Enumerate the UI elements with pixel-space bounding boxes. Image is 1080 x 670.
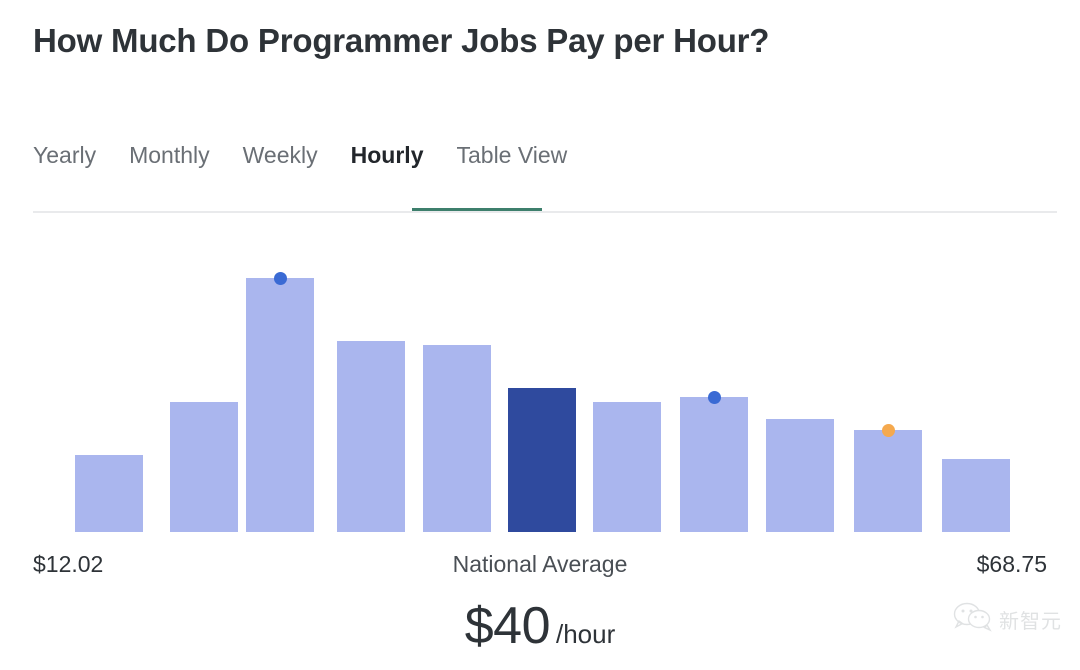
wechat-icon bbox=[953, 602, 993, 637]
tab-monthly[interactable]: Monthly bbox=[129, 140, 210, 170]
salary-chart-page: How Much Do Programmer Jobs Pay per Hour… bbox=[0, 0, 1080, 670]
bar-11[interactable] bbox=[942, 459, 1010, 532]
bar-10[interactable] bbox=[854, 430, 922, 532]
bar-1[interactable] bbox=[75, 455, 143, 532]
bar-4[interactable] bbox=[337, 341, 405, 532]
tab-yearly[interactable]: Yearly bbox=[33, 140, 96, 170]
watermark: 新智元 bbox=[953, 602, 1062, 637]
bar-5[interactable] bbox=[423, 345, 491, 532]
marker-dot-blue[interactable] bbox=[707, 390, 721, 404]
tab-hourly[interactable]: Hourly bbox=[351, 140, 424, 170]
average-unit: /hour bbox=[556, 619, 616, 649]
tab-weekly[interactable]: Weekly bbox=[243, 140, 318, 170]
watermark-text: 新智元 bbox=[999, 609, 1062, 633]
bar-8[interactable] bbox=[680, 397, 748, 532]
marker-dot-orange[interactable] bbox=[881, 423, 895, 437]
average-amount: $40 bbox=[464, 597, 551, 655]
bar-9[interactable] bbox=[766, 419, 834, 532]
tabs-divider bbox=[33, 211, 1057, 213]
axis-max-label: $68.75 bbox=[976, 551, 1047, 577]
marker-dot-blue[interactable] bbox=[273, 271, 287, 285]
bar-national-average[interactable] bbox=[508, 388, 576, 532]
page-title: How Much Do Programmer Jobs Pay per Hour… bbox=[33, 22, 770, 59]
bar-3[interactable] bbox=[246, 278, 314, 532]
bar-2[interactable] bbox=[170, 402, 238, 532]
bar-7[interactable] bbox=[593, 402, 661, 532]
national-average-value: $40/hour bbox=[0, 596, 1080, 656]
view-tabs: Yearly Monthly Weekly Hourly Table View bbox=[33, 140, 567, 170]
axis-national-average-label: National Average bbox=[452, 551, 628, 577]
tab-table-view[interactable]: Table View bbox=[456, 140, 567, 170]
